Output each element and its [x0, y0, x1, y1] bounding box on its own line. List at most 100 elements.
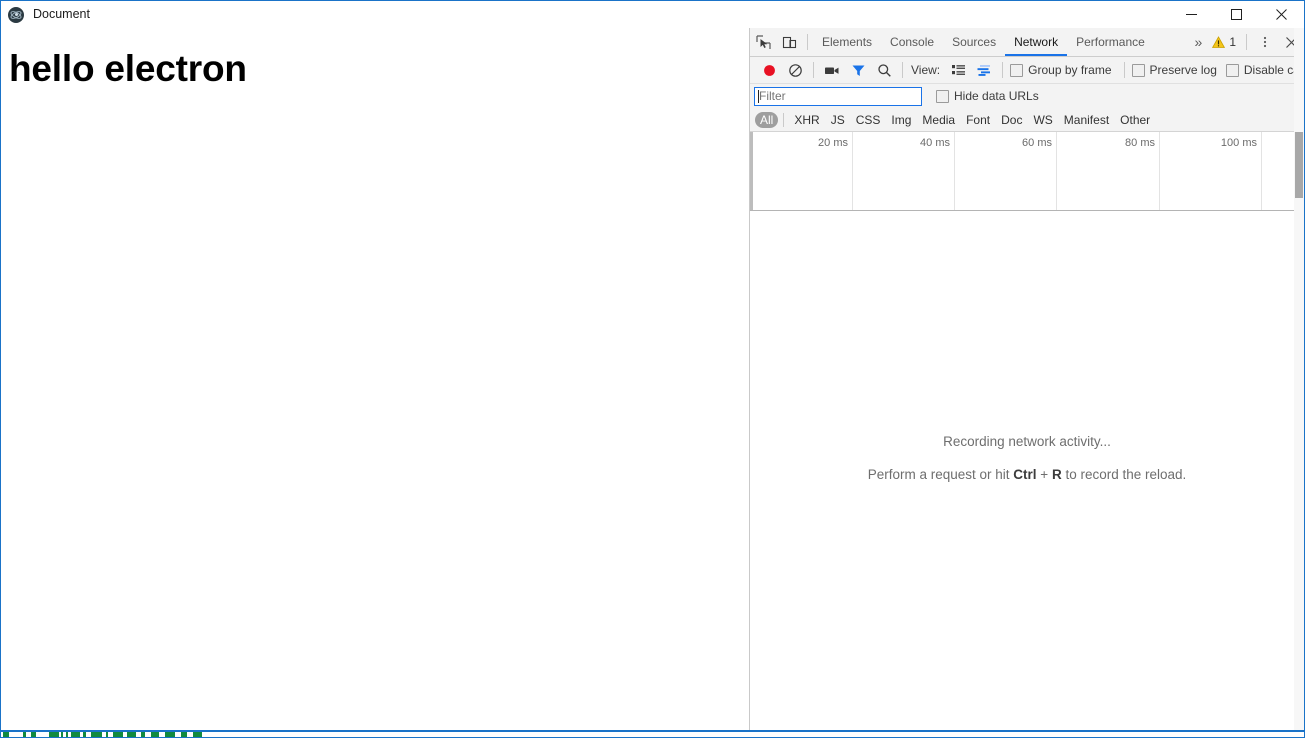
timeline-tick-label: 20 ms: [818, 137, 848, 149]
large-rows-button[interactable]: [945, 57, 971, 83]
filter-toggle-button[interactable]: [845, 57, 871, 83]
devtools-scrollbar[interactable]: [1294, 28, 1304, 732]
network-toolbar: View: Group by frame Preserve log Disabl…: [750, 57, 1304, 84]
toolbar-separator-4: [902, 62, 903, 78]
electron-window: Document hello electron Elements Console…: [0, 0, 1305, 738]
tab-console[interactable]: Console: [881, 29, 943, 56]
hide-data-urls-label: Hide data URLs: [954, 89, 1039, 103]
overview-left-handle[interactable]: [750, 132, 753, 210]
timeline-gridline: [852, 132, 853, 210]
window-title: Document: [33, 7, 90, 21]
record-icon: [763, 64, 775, 76]
timeline-tick-label: 80 ms: [1125, 137, 1155, 149]
tab-sources[interactable]: Sources: [943, 29, 1005, 56]
network-filter-bar: Filter Hide data URLs: [750, 84, 1304, 108]
web-page-viewport: hello electron: [1, 28, 749, 732]
type-filter-all[interactable]: All: [755, 111, 779, 128]
devtools-panel: Elements Console Sources Network Perform…: [750, 28, 1304, 732]
group-by-frame-label: Group by frame: [1028, 63, 1112, 77]
window-bottom-edge: [1, 730, 1304, 737]
type-filter-doc[interactable]: Doc: [996, 112, 1027, 128]
type-filter-separator: [783, 112, 785, 127]
network-timeline-overview[interactable]: 20 ms 40 ms 60 ms 80 ms 100 ms: [750, 132, 1304, 211]
toolbar-separator-5: [1002, 62, 1004, 78]
clear-icon: [788, 63, 802, 77]
type-filter-xhr[interactable]: XHR: [789, 112, 824, 128]
warning-indicator[interactable]: 1: [1209, 35, 1241, 49]
close-button[interactable]: [1259, 1, 1304, 28]
timeline-gridline: [1159, 132, 1160, 210]
taskbar-peek: [1, 732, 211, 737]
close-icon: [1276, 9, 1287, 20]
type-filter-js[interactable]: JS: [826, 112, 850, 128]
timeline-gridline: [954, 132, 955, 210]
network-requests-area: Recording network activity... Perform a …: [750, 211, 1304, 730]
warning-triangle-icon: [1212, 35, 1226, 48]
toolbar-separator-3: [813, 62, 814, 78]
capture-screenshots-button[interactable]: [819, 57, 845, 83]
maximize-button[interactable]: [1214, 1, 1259, 28]
inspect-element-icon: [755, 34, 771, 49]
checkbox-box: [1131, 63, 1145, 77]
tab-elements[interactable]: Elements: [813, 29, 881, 56]
shortcut-key-r: R: [1051, 467, 1062, 482]
type-filter-ws[interactable]: WS: [1028, 112, 1057, 128]
hint-suffix: to record the reload.: [1061, 467, 1187, 482]
record-button[interactable]: [756, 57, 782, 83]
checkbox-box: [936, 89, 949, 103]
device-toolbar-button[interactable]: [776, 29, 802, 55]
electron-icon: [8, 6, 24, 23]
devtools-tabstrip: Elements Console Sources Network Perform…: [750, 28, 1304, 57]
text-caret: [758, 89, 759, 103]
search-icon: [877, 63, 891, 77]
timeline-gridline: [1261, 132, 1262, 210]
minimize-button[interactable]: [1169, 1, 1214, 28]
shortcut-key-ctrl: Ctrl: [1013, 467, 1037, 482]
timeline-tick-label: 40 ms: [920, 137, 950, 149]
minimize-icon: [1186, 14, 1197, 15]
recording-status-text: Recording network activity...: [943, 434, 1111, 449]
resource-type-filters: All XHR JS CSS Img Media Font Doc WS Man…: [750, 108, 1304, 132]
scrollbar-thumb[interactable]: [1295, 132, 1303, 198]
toolbar-separator-6: [1123, 62, 1125, 78]
type-filter-img[interactable]: Img: [886, 112, 916, 128]
page-title: hello electron: [9, 48, 247, 89]
timeline-gridline: [1056, 132, 1057, 210]
filter-input-placeholder: Filter: [759, 88, 786, 103]
clear-button[interactable]: [782, 57, 808, 83]
maximize-icon: [1231, 9, 1242, 20]
list-rows-icon: [951, 65, 965, 75]
type-filter-other[interactable]: Other: [1115, 112, 1155, 128]
devtools-menu-button[interactable]: [1252, 29, 1278, 55]
type-filter-font[interactable]: Font: [961, 112, 995, 128]
group-by-frame-checkbox[interactable]: Group by frame: [1010, 63, 1112, 77]
type-filter-css[interactable]: CSS: [851, 112, 886, 128]
waterfall-icon: [977, 65, 991, 76]
timeline-tick-label: 60 ms: [1022, 137, 1052, 149]
search-button[interactable]: [871, 57, 897, 83]
window-controls: [1169, 1, 1304, 28]
preserve-log-label: Preserve log: [1149, 63, 1217, 77]
toolbar-separator-2: [1246, 34, 1247, 50]
disable-cache-checkbox[interactable]: Disable cache: [1225, 63, 1304, 77]
tab-network[interactable]: Network: [1005, 29, 1067, 56]
hint-plus: +: [1036, 467, 1052, 482]
checkbox-box: [1010, 63, 1024, 77]
filter-funnel-icon: [852, 65, 864, 76]
recording-hint-text: Perform a request or hit Ctrl + R to rec…: [750, 467, 1304, 482]
show-overview-button[interactable]: [971, 57, 997, 83]
window-titlebar: Document: [1, 1, 1304, 28]
type-filter-media[interactable]: Media: [917, 112, 960, 128]
toolbar-separator: [807, 34, 808, 50]
timeline-tick-label: 100 ms: [1220, 137, 1257, 149]
hide-data-urls-checkbox[interactable]: Hide data URLs: [936, 89, 1039, 103]
type-filter-manifest[interactable]: Manifest: [1059, 112, 1114, 128]
warning-count: 1: [1229, 35, 1236, 49]
tab-performance[interactable]: Performance: [1067, 29, 1154, 56]
filter-input[interactable]: Filter: [754, 86, 922, 106]
preserve-log-checkbox[interactable]: Preserve log: [1131, 63, 1217, 77]
empty-state: Recording network activity... Perform a …: [750, 434, 1304, 482]
more-tabs-button[interactable]: »: [1188, 34, 1210, 50]
inspect-element-button[interactable]: [750, 29, 776, 55]
camera-icon: [825, 67, 839, 74]
